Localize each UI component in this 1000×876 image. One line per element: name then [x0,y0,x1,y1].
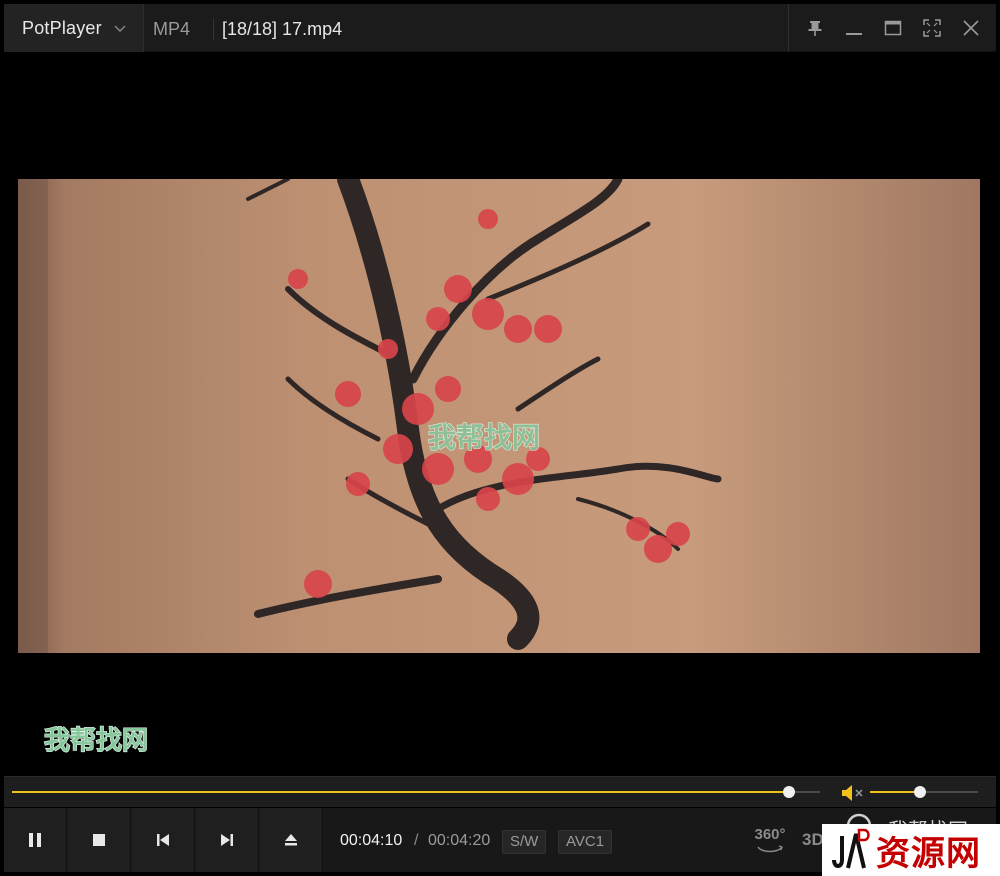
pause-icon [29,833,41,847]
pin-button[interactable] [800,13,830,43]
speaker-muted-icon[interactable] [840,783,866,803]
next-button[interactable] [196,808,259,872]
total-time: 00:04:20 [428,832,491,849]
seek-row [4,776,996,807]
seek-handle[interactable] [783,786,796,798]
file-title: [18/18] 17.mp4 [222,19,343,39]
watermark-corner: 我帮找网 [44,726,148,756]
corner-logo: 资源网 [822,824,1000,876]
pause-button[interactable] [4,808,67,872]
volume-slider[interactable] [870,786,978,798]
time-separator: / [414,832,419,849]
stop-icon [93,834,105,846]
close-button[interactable] [956,13,986,43]
volume-handle[interactable] [913,786,926,798]
format-label: MP4 [153,19,191,39]
watermark-center: 我帮找网 [428,421,540,454]
pin-icon [808,21,821,36]
window-controls [788,4,996,52]
chevron-down-icon [114,25,126,32]
minimize-icon [845,33,862,35]
next-icon [221,834,233,846]
seek-progress [12,791,790,793]
site-logo-mark [832,828,870,869]
title-divider [213,18,214,40]
video-frame: 我帮找网 [18,179,980,653]
corner-logo-text: 资源网 [876,833,981,874]
close-icon [962,20,979,36]
vr-360-label: 360° [754,826,786,843]
app-name: PotPlayer [22,17,102,38]
seek-bar[interactable] [12,786,820,798]
codec-tag: AVC1 [558,830,613,854]
fullscreen-button[interactable] [917,13,947,43]
video-area[interactable]: 我帮找网 我帮找网 [4,52,996,775]
rotate-icon [757,845,783,853]
minimize-button[interactable] [839,13,869,43]
maximize-button[interactable] [878,13,908,43]
watermark-corner-graphic: 我帮找网 [43,725,148,756]
fullscreen-icon [922,19,941,37]
previous-icon [157,834,169,846]
stereo-3d-button[interactable]: 3D [802,830,824,850]
volume-level [870,791,920,793]
previous-button[interactable] [132,808,195,872]
vr-360-button[interactable]: 360° [752,824,788,858]
app-menu-button[interactable]: PotPlayer [4,4,144,52]
decoder-tag[interactable]: S/W [502,830,547,854]
video-image: 我帮找网 [18,179,980,653]
current-time: 00:04:10 [340,832,403,849]
eject-button[interactable] [260,808,323,872]
title-bar: PotPlayer MP4 [18/18] 17.mp4 [4,4,996,52]
stop-button[interactable] [68,808,131,872]
eject-icon [285,834,297,846]
maximize-icon [884,20,901,36]
